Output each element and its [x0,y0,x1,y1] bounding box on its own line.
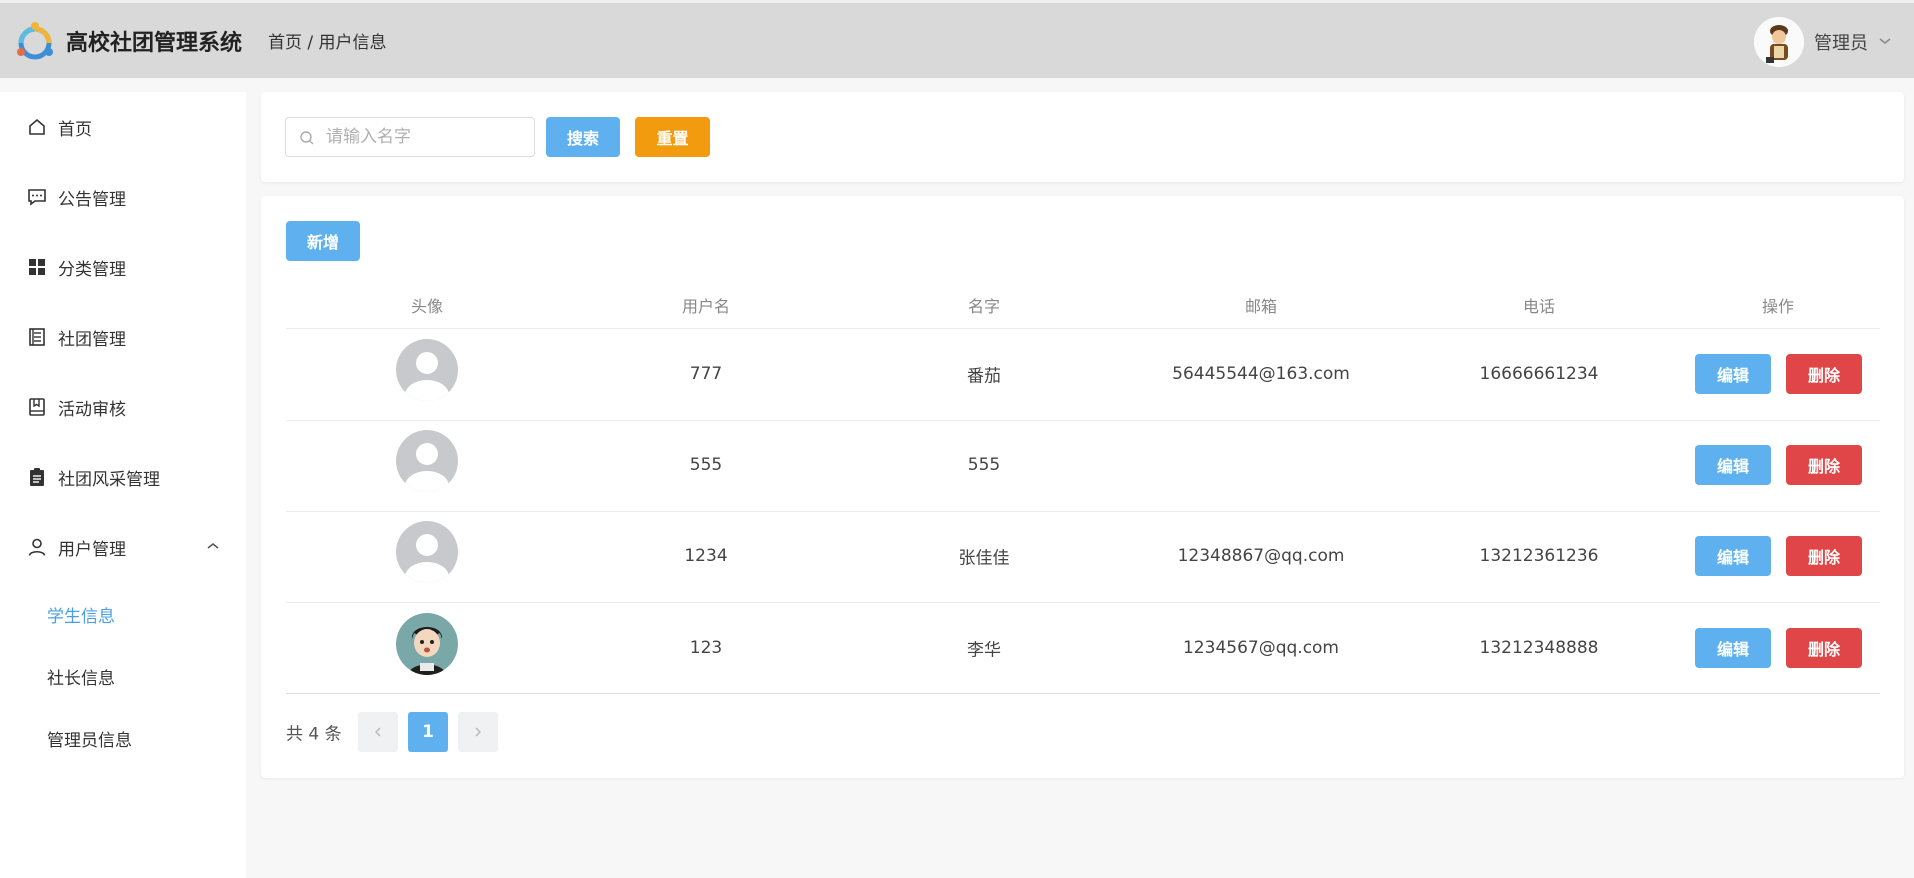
user-avatar [396,430,458,492]
column-header-name: 名字 [967,297,1001,316]
sidebar-item-label: 公告管理 [58,189,126,210]
column-header-username: 用户名 [681,297,731,316]
pagination-total: 共 4 条 [286,724,342,745]
row-divider [286,602,1880,603]
default-avatar-icon [396,430,458,492]
cell-username: 777 [689,364,723,384]
search-card: 搜索 重置 [261,92,1904,182]
pagination-next-button[interactable] [458,712,498,752]
sidebar-item-label: 分类管理 [58,259,126,280]
search-icon [300,131,314,145]
row-divider [286,511,1880,512]
sidebar-item-label: 社团风采管理 [58,469,160,490]
cartoon-avatar-icon [396,613,458,675]
sidebar-item-label: 社团管理 [58,329,126,350]
chevron-right-icon [475,727,481,737]
sidebar: 首页 公告管理 分类管理 社团管理 活动审核 社团风采管理 用户管理 学生信息 … [0,92,246,878]
sidebar-subitem-admin-info[interactable]: 管理员信息 [47,726,132,751]
breadcrumb[interactable]: 首页 / 用户信息 [268,28,387,53]
chevron-up-icon[interactable] [206,540,220,554]
pagination-page-current[interactable]: 1 [408,712,448,752]
edit-button[interactable]: 编辑 [1695,354,1771,394]
search-input[interactable] [285,117,535,157]
edit-button[interactable]: 编辑 [1695,628,1771,668]
notebook-icon [27,397,47,417]
cell-username: 123 [689,638,723,658]
cell-name: 555 [967,455,1001,475]
grid-icon [27,257,47,277]
top-header: 高校社团管理系统 首页 / 用户信息 管理员 [0,0,1914,78]
sidebar-item-club[interactable]: 社团管理 [0,314,246,360]
default-avatar-icon [396,339,458,401]
edit-button[interactable]: 编辑 [1695,536,1771,576]
sidebar-item-home[interactable]: 首页 [0,104,246,150]
delete-button[interactable]: 删除 [1786,354,1862,394]
sidebar-subitem-student-info[interactable]: 学生信息 [47,602,115,627]
admin-avatar[interactable] [1754,17,1804,67]
column-header-avatar: 头像 [410,297,444,316]
row-divider [286,420,1880,421]
sidebar-item-activity-review[interactable]: 活动审核 [0,384,246,430]
user-avatar [396,613,458,675]
user-name[interactable]: 管理员 [1814,29,1868,55]
cell-phone: 13212348888 [1479,638,1599,658]
cell-name: 番茄 [967,366,1001,387]
sidebar-item-notice[interactable]: 公告管理 [0,174,246,220]
cartoon-character-icon [1754,17,1804,67]
column-header-phone: 电话 [1522,297,1556,316]
chevron-down-icon[interactable] [1878,35,1892,49]
user-icon [27,537,47,557]
row-divider [286,693,1880,694]
message-icon [27,187,47,207]
pagination-prev-button[interactable] [358,712,398,752]
home-icon [27,117,47,137]
delete-button[interactable]: 删除 [1786,628,1862,668]
app-title: 高校社团管理系统 [66,30,243,56]
add-button[interactable]: 新增 [286,221,360,261]
sidebar-item-label: 用户管理 [58,539,126,560]
table-card: 新增 头像 用户名 名字 邮箱 电话 操作 777 番茄 56445544@16… [261,196,1904,778]
delete-button[interactable]: 删除 [1786,445,1862,485]
sidebar-item-club-showcase[interactable]: 社团风采管理 [0,454,246,500]
cell-name: 张佳佳 [958,548,1010,569]
user-menu[interactable]: 管理员 [1754,17,1892,67]
sidebar-item-user-management[interactable]: 用户管理 [0,524,246,570]
cell-phone: 16666661234 [1479,364,1599,384]
document-icon [27,327,47,347]
cell-email: 12348867@qq.com [1177,546,1345,566]
sidebar-item-label: 活动审核 [58,399,126,420]
cell-name: 李华 [967,640,1001,661]
default-avatar-icon [396,521,458,583]
sidebar-subitem-president-info[interactable]: 社长信息 [47,664,115,689]
row-divider [286,328,1880,329]
user-avatar [396,521,458,583]
sidebar-item-label: 首页 [58,119,92,140]
chevron-left-icon [375,727,381,737]
cell-email: 56445544@163.com [1172,364,1350,384]
clipboard-icon [27,467,47,487]
sidebar-item-category[interactable]: 分类管理 [0,244,246,290]
delete-button[interactable]: 删除 [1786,536,1862,576]
cell-username: 555 [689,455,723,475]
cell-email: 1234567@qq.com [1182,638,1340,658]
app-logo-icon [17,21,53,59]
cell-phone: 13212361236 [1479,546,1599,566]
column-header-actions: 操作 [1761,297,1795,316]
cell-username: 1234 [684,546,728,566]
search-button[interactable]: 搜索 [546,117,620,157]
user-avatar [396,339,458,401]
column-header-email: 邮箱 [1244,297,1278,316]
edit-button[interactable]: 编辑 [1695,445,1771,485]
reset-button[interactable]: 重置 [635,117,710,157]
